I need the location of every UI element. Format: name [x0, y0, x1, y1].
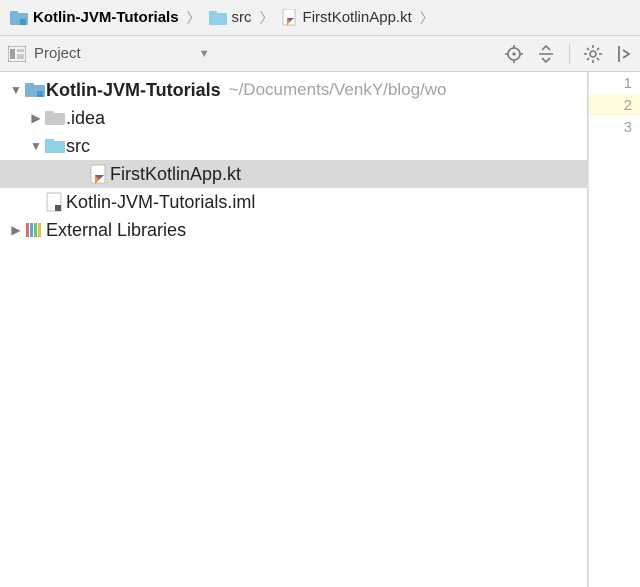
gutter-line[interactable]: 1 [589, 72, 640, 94]
chevron-right-icon: 〉 [258, 8, 276, 28]
tree-project-path: ~/Documents/VenkY/blog/wo [229, 76, 447, 104]
project-folder-icon [24, 82, 46, 98]
chevron-right-icon: 〉 [418, 8, 436, 28]
chevron-down-icon[interactable]: ▼ [28, 132, 44, 160]
tree-idea-folder[interactable]: ▶ .idea [0, 104, 587, 132]
source-folder-icon [44, 138, 66, 154]
project-view-label[interactable]: Project [34, 45, 81, 62]
separator [569, 44, 570, 64]
tree-item-label: .idea [66, 104, 105, 132]
tree-project-name: Kotlin-JVM-Tutorials [46, 76, 221, 104]
tree-iml-file[interactable]: Kotlin-JVM-Tutorials.iml [0, 188, 587, 216]
chevron-right-icon[interactable]: ▶ [28, 104, 44, 132]
editor-gutter: 1 2 3 [588, 72, 640, 587]
project-tool-header: Project ▼ [0, 36, 640, 72]
folder-icon [44, 110, 66, 126]
breadcrumb-file[interactable]: FirstKotlinApp.kt [276, 0, 418, 35]
gear-icon[interactable] [584, 45, 602, 63]
tree-item-label: src [66, 132, 90, 160]
breadcrumb-src-label: src [232, 9, 252, 26]
tree-item-label: Kotlin-JVM-Tutorials.iml [66, 188, 255, 216]
hide-panel-icon[interactable] [616, 45, 632, 63]
gutter-line[interactable]: 3 [589, 116, 640, 138]
breadcrumb-src[interactable]: src [203, 0, 258, 35]
tree-src-folder[interactable]: ▼ src [0, 132, 587, 160]
chevron-right-icon[interactable]: ▶ [8, 216, 24, 244]
chevron-down-icon[interactable]: ▼ [8, 76, 24, 104]
tree-external-libraries[interactable]: ▶ External Libraries [0, 216, 587, 244]
kotlin-file-icon [88, 164, 110, 184]
source-folder-icon [209, 10, 227, 26]
tree-file-selected[interactable]: FirstKotlinApp.kt [0, 160, 587, 188]
external-libs-icon [24, 221, 46, 239]
module-file-icon [44, 192, 66, 212]
collapse-all-icon[interactable] [537, 45, 555, 63]
project-view-icon[interactable] [8, 46, 26, 62]
breadcrumb: Kotlin-JVM-Tutorials 〉 src 〉 FirstKotlin… [0, 0, 640, 36]
breadcrumb-project-label: Kotlin-JVM-Tutorials [33, 9, 179, 26]
chevron-right-icon: 〉 [185, 8, 203, 28]
view-dropdown-icon[interactable]: ▼ [199, 48, 210, 60]
kotlin-file-icon [282, 9, 298, 27]
gutter-line[interactable]: 2 [589, 94, 640, 116]
breadcrumb-file-label: FirstKotlinApp.kt [303, 9, 412, 26]
project-tree[interactable]: ▼ Kotlin-JVM-Tutorials ~/Documents/VenkY… [0, 72, 588, 587]
project-folder-icon [10, 10, 28, 26]
breadcrumb-project[interactable]: Kotlin-JVM-Tutorials [4, 0, 185, 35]
locate-target-icon[interactable] [505, 45, 523, 63]
tree-item-label: External Libraries [46, 216, 186, 244]
tree-project-root[interactable]: ▼ Kotlin-JVM-Tutorials ~/Documents/VenkY… [0, 76, 587, 104]
tree-item-label: FirstKotlinApp.kt [110, 160, 241, 188]
